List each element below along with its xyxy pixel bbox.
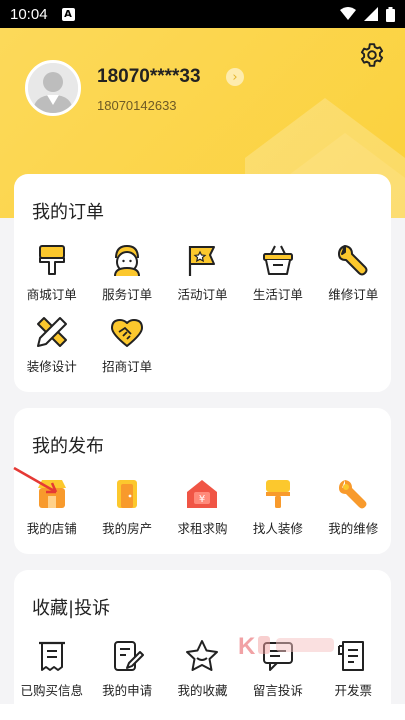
avatar[interactable] bbox=[25, 60, 81, 116]
door-icon bbox=[117, 480, 138, 508]
app-notification-icon: A bbox=[61, 7, 75, 21]
signal-icon bbox=[364, 7, 378, 21]
order-item-activity[interactable]: 活动订单 bbox=[165, 238, 240, 310]
order-item-investment[interactable]: 招商订单 bbox=[89, 310, 164, 382]
flag-icon bbox=[189, 246, 216, 276]
publish-title: 我的发布 bbox=[32, 436, 104, 457]
user-name[interactable]: 18070****33 bbox=[97, 66, 201, 88]
favorites-title: 收藏|投诉 bbox=[32, 598, 111, 619]
order-item-repair[interactable]: 维修订单 bbox=[316, 238, 391, 310]
wrench-icon bbox=[339, 480, 367, 509]
fav-item-application[interactable]: 我的申请 bbox=[89, 634, 164, 706]
orders-title: 我的订单 bbox=[32, 202, 104, 223]
pointer-arrow-annotation bbox=[13, 466, 58, 494]
house-yen-icon: ¥ bbox=[187, 480, 218, 508]
edit-doc-icon bbox=[114, 641, 145, 671]
publish-item-repair[interactable]: 我的维修 bbox=[316, 472, 391, 544]
watermark-logo: K bbox=[238, 633, 334, 658]
wrench-icon bbox=[338, 245, 368, 276]
order-item-mall[interactable]: 商城订单 bbox=[14, 238, 89, 310]
fav-item-purchased[interactable]: 已购买信息 bbox=[14, 634, 89, 706]
fav-item-collection[interactable]: 我的收藏 bbox=[165, 634, 240, 706]
brush-icon bbox=[38, 245, 65, 275]
svg-text:K: K bbox=[238, 633, 256, 658]
status-bar: 10:04 A bbox=[0, 0, 405, 28]
order-item-service[interactable]: 服务订单 bbox=[89, 238, 164, 310]
basket-icon bbox=[262, 245, 293, 275]
user-phone: 18070142633 bbox=[97, 98, 177, 113]
order-item-life[interactable]: 生活订单 bbox=[240, 238, 315, 310]
publish-item-find-decorator[interactable]: 找人装修 bbox=[240, 472, 315, 544]
paint-roller-icon bbox=[265, 480, 290, 508]
profile-arrow-icon[interactable]: › bbox=[226, 68, 244, 86]
invoice-icon bbox=[338, 641, 365, 671]
ruler-pencil-icon bbox=[36, 317, 67, 347]
receipt-icon bbox=[38, 641, 65, 671]
order-item-decoration[interactable]: 装修设计 bbox=[14, 310, 89, 382]
publish-item-rent-buy[interactable]: ¥ 求租求购 bbox=[165, 472, 240, 544]
orders-card: 我的订单 商城订单 服务订单 活动订单 生活订单 维修订单 装修设计 招商订单 bbox=[14, 174, 391, 392]
settings-gear-icon[interactable] bbox=[359, 42, 385, 68]
default-avatar-icon bbox=[28, 63, 78, 113]
handshake-icon bbox=[111, 319, 144, 347]
worker-icon bbox=[114, 244, 141, 277]
publish-item-property[interactable]: 我的房产 bbox=[89, 472, 164, 544]
wifi-icon bbox=[340, 7, 356, 20]
battery-icon bbox=[386, 6, 395, 22]
star-icon bbox=[186, 640, 219, 671]
bottom-nav-partial bbox=[0, 704, 405, 720]
svg-text:¥: ¥ bbox=[199, 494, 205, 505]
status-time: 10:04 bbox=[10, 5, 48, 23]
